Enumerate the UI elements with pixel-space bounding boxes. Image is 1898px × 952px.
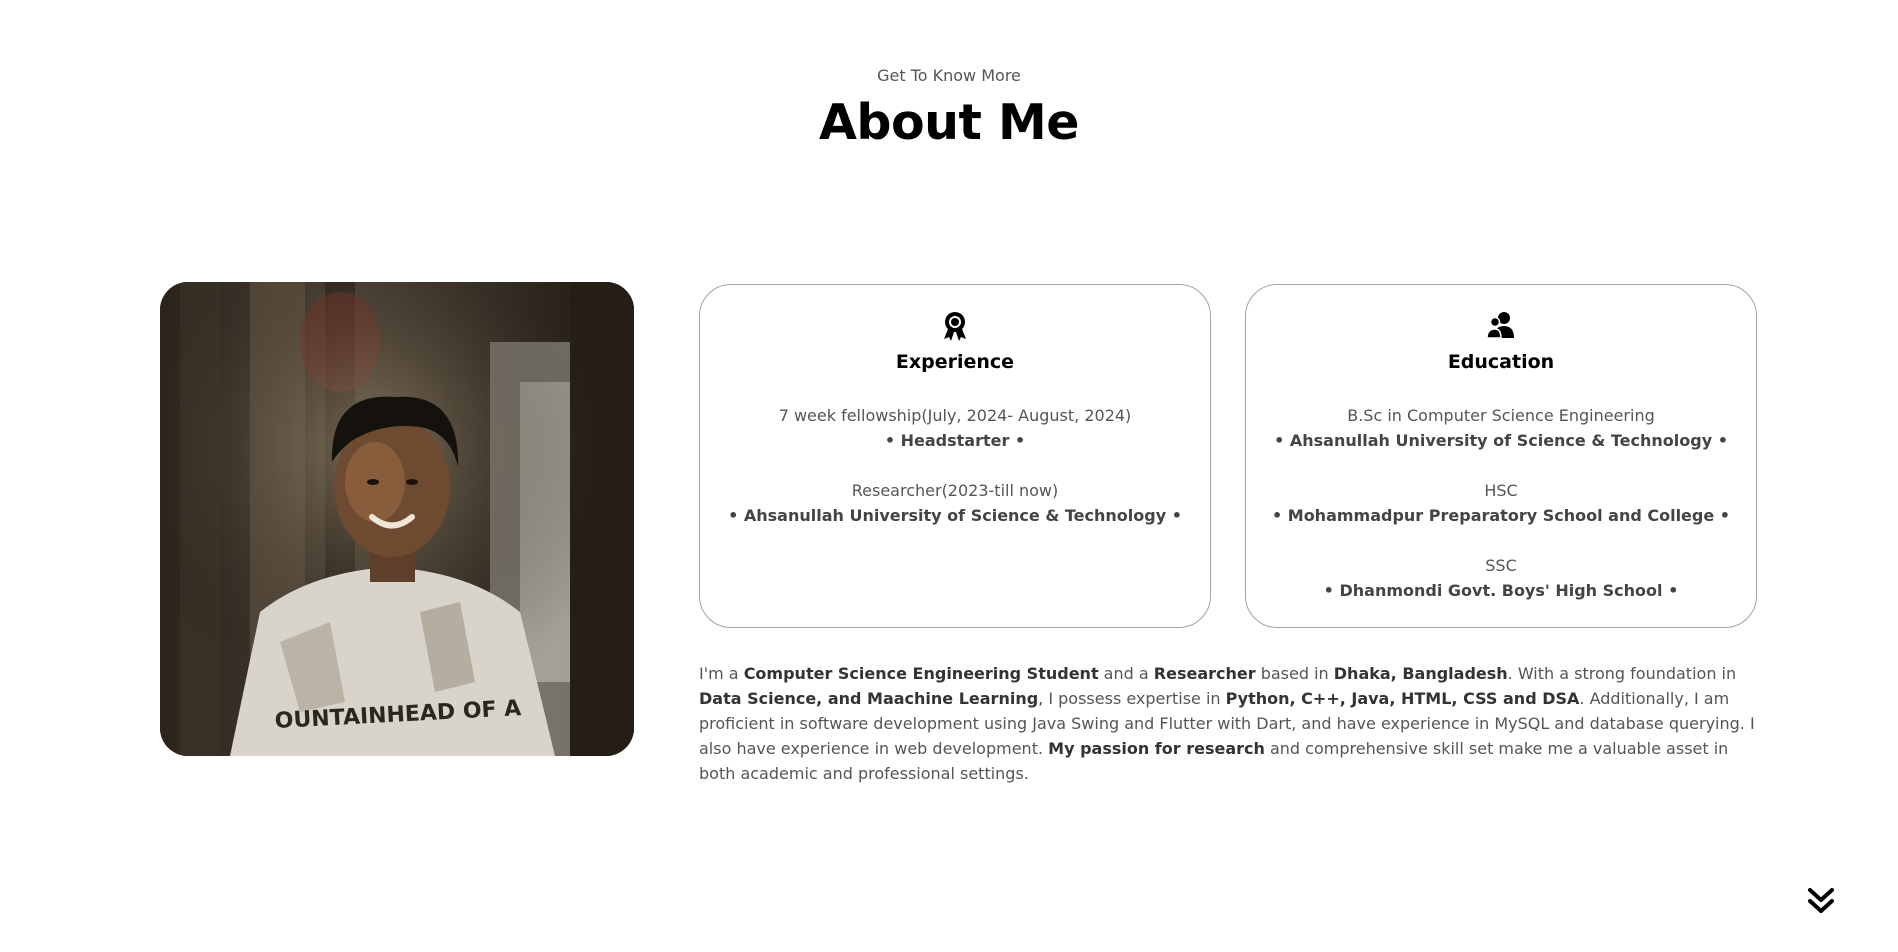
bio-highlight: Python, C++, Java, HTML, CSS and DSA [1225, 689, 1580, 708]
experience-org: • Ahsanullah University of Science & Tec… [728, 506, 1182, 525]
education-degree: SSC [1485, 556, 1517, 575]
education-title: Education [1447, 351, 1555, 373]
bio-highlight: Dhaka, Bangladesh [1333, 664, 1508, 683]
section-subtitle: Get To Know More [877, 66, 1021, 85]
about-section: Get To Know More About Me OUNTAINHEAD OF… [0, 0, 1898, 952]
education-institution: • Mohammadpur Preparatory School and Col… [1271, 506, 1731, 525]
education-card: Education B.Sc in Computer Science Engin… [1245, 284, 1757, 628]
bio-text: and a [1098, 664, 1154, 683]
experience-role: Researcher(2023-till now) [851, 481, 1059, 500]
bio-text: , I possess expertise in [1038, 689, 1226, 708]
experience-title: Experience [895, 351, 1015, 373]
education-degree: B.Sc in Computer Science Engineering [1347, 406, 1655, 425]
experience-card: Experience 7 week fellowship(July, 2024-… [699, 284, 1211, 628]
bio-highlight: Computer Science Engineering Student [743, 664, 1099, 683]
experience-role: 7 week fellowship(July, 2024- August, 20… [778, 406, 1132, 425]
experience-org: • Headstarter • [884, 431, 1026, 450]
education-list: B.Sc in Computer Science Engineering • A… [1246, 403, 1756, 628]
education-institution: • Dhanmondi Govt. Boys' High School • [1323, 581, 1679, 600]
education-degree: HSC [1484, 481, 1518, 500]
bio-highlight: My passion for research [1048, 739, 1265, 758]
bio-paragraph: I'm a Computer Science Engineering Stude… [699, 661, 1759, 786]
bio-highlight: Data Science, and Maachine Learning [699, 689, 1039, 708]
list-item: HSC • Mohammadpur Preparatory School and… [1246, 478, 1756, 528]
experience-list: 7 week fellowship(July, 2024- August, 20… [700, 403, 1210, 553]
list-item: 7 week fellowship(July, 2024- August, 20… [700, 403, 1210, 453]
award-icon [700, 311, 1210, 341]
bio-highlight: Researcher [1153, 664, 1256, 683]
list-item: B.Sc in Computer Science Engineering • A… [1246, 403, 1756, 453]
double-chevron-down-icon[interactable] [1806, 887, 1836, 915]
users-icon [1246, 311, 1756, 341]
bio-text: . With a strong foundation in [1507, 664, 1737, 683]
bio-text: I'm a [699, 664, 744, 683]
education-institution: • Ahsanullah University of Science & Tec… [1274, 431, 1728, 450]
profile-photo: OUNTAINHEAD OF A [160, 282, 634, 756]
section-title: About Me [818, 94, 1080, 151]
list-item: SSC • Dhanmondi Govt. Boys' High School … [1246, 553, 1756, 603]
bio-text: based in [1255, 664, 1334, 683]
list-item: Researcher(2023-till now) • Ahsanullah U… [700, 478, 1210, 528]
